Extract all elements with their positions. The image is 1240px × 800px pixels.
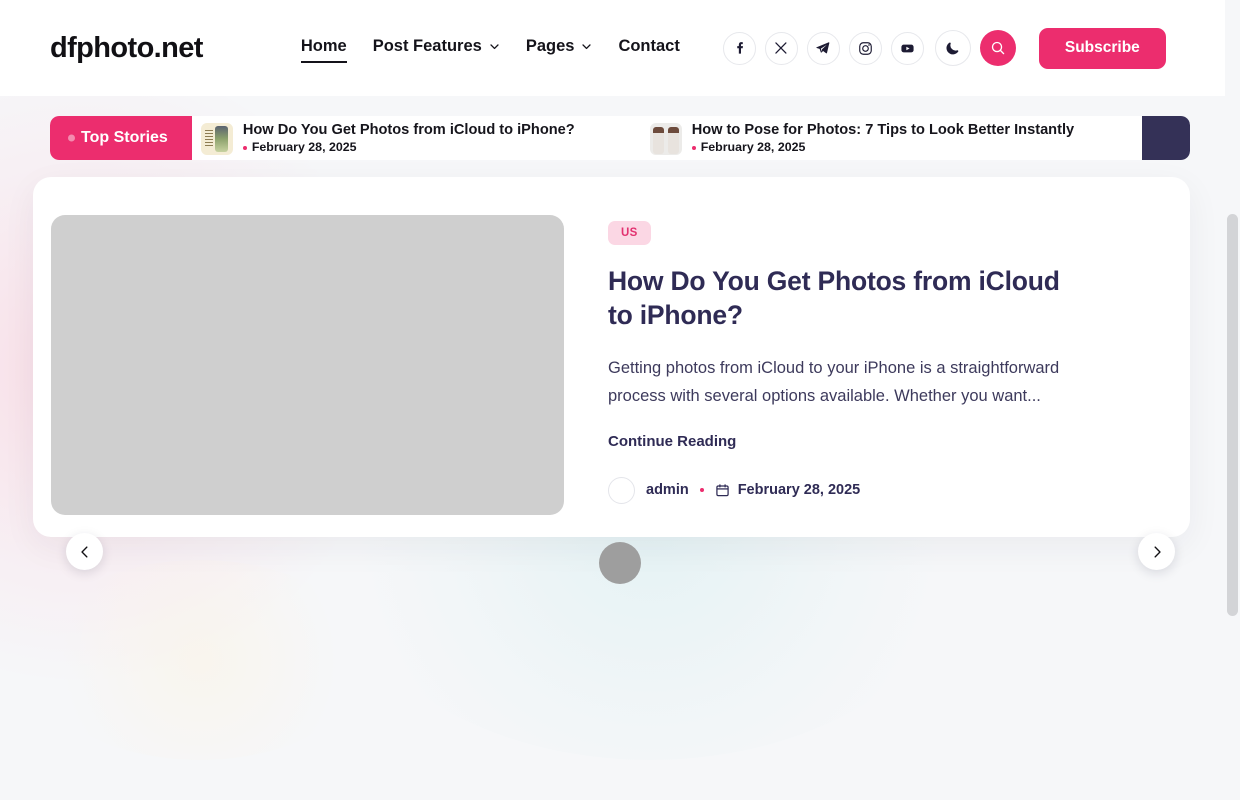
site-logo[interactable]: dfphoto.net [50, 32, 203, 65]
x-twitter-icon[interactable] [765, 32, 798, 65]
chevron-down-icon [489, 41, 500, 52]
chevron-down-icon [581, 41, 592, 52]
ticker-next-button[interactable] [1142, 116, 1190, 160]
warm-glow [30, 560, 370, 760]
ticker-item[interactable]: How to Pose for Photos: 7 Tips to Look B… [641, 116, 1074, 155]
subscribe-button[interactable]: Subscribe [1039, 28, 1166, 69]
ticker-item[interactable]: How Do You Get Photos from iCloud to iPh… [192, 116, 575, 155]
meta-separator-dot [700, 488, 704, 492]
author-name[interactable]: admin [646, 482, 689, 498]
site-header: dfphoto.net Home Post Features Pages Con… [0, 0, 1240, 96]
nav-item-home[interactable]: Home [301, 37, 347, 59]
nav-item-contact[interactable]: Contact [618, 37, 679, 59]
youtube-icon[interactable] [891, 32, 924, 65]
nav-item-pages[interactable]: Pages [526, 37, 593, 59]
main-navigation: Home Post Features Pages Contact [301, 37, 680, 59]
search-icon [990, 40, 1006, 56]
featured-post-title[interactable]: How Do You Get Photos from iCloud to iPh… [608, 265, 1078, 333]
carousel-next-button[interactable] [1138, 533, 1175, 570]
ticker-date: February 28, 2025 [243, 141, 575, 155]
calendar-icon [715, 483, 730, 498]
nav-label-pages: Pages [526, 37, 575, 56]
nav-label-contact: Contact [618, 37, 679, 56]
ticker-thumbnail [650, 123, 682, 155]
top-stories-ticker: Top Stories How Do You Get Photos from i… [50, 116, 1190, 160]
ticker-title: How to Pose for Photos: 7 Tips to Look B… [692, 122, 1074, 138]
featured-post-body: US How Do You Get Photos from iCloud to … [564, 177, 1190, 504]
nav-label-home: Home [301, 37, 347, 56]
post-date: February 28, 2025 [715, 482, 861, 498]
chevron-left-icon [78, 545, 92, 559]
moon-icon [945, 40, 961, 56]
telegram-icon[interactable] [807, 32, 840, 65]
featured-post-card: US How Do You Get Photos from iCloud to … [33, 177, 1190, 537]
post-date-text: February 28, 2025 [738, 482, 861, 498]
instagram-icon[interactable] [849, 32, 882, 65]
loading-indicator [599, 542, 641, 584]
nav-label-post-features: Post Features [373, 37, 482, 56]
search-button[interactable] [980, 30, 1016, 66]
social-links [723, 32, 924, 65]
category-badge[interactable]: US [608, 221, 651, 245]
ticker-title: How Do You Get Photos from iCloud to iPh… [243, 122, 575, 138]
vertical-scrollbar-thumb[interactable] [1227, 214, 1238, 616]
dark-mode-toggle[interactable] [935, 30, 971, 66]
nav-item-post-features[interactable]: Post Features [373, 37, 500, 59]
top-stories-badge: Top Stories [50, 116, 192, 160]
ticker-date: February 28, 2025 [692, 141, 1074, 155]
ticker-thumbnail [201, 123, 233, 155]
featured-image-placeholder[interactable] [51, 215, 564, 515]
chevron-right-icon [1150, 545, 1164, 559]
continue-reading-link[interactable]: Continue Reading [608, 433, 736, 450]
author-avatar [608, 477, 635, 504]
ticker-track: How Do You Get Photos from iCloud to iPh… [192, 116, 1142, 160]
featured-post-excerpt: Getting photos from iCloud to your iPhon… [608, 354, 1108, 411]
post-meta: admin February 28, 2025 [608, 477, 1190, 504]
facebook-icon[interactable] [723, 32, 756, 65]
carousel-prev-button[interactable] [66, 533, 103, 570]
